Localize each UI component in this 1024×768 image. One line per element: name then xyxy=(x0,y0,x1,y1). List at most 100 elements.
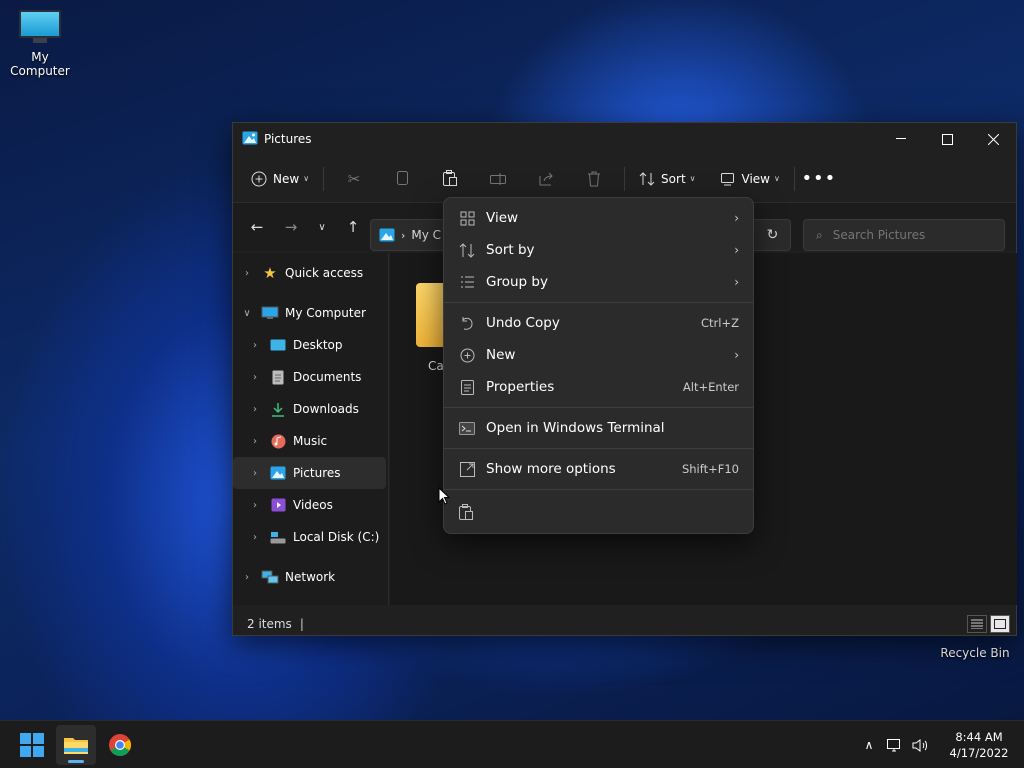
menu-item-new[interactable]: New › xyxy=(444,339,753,371)
toolbar-separator xyxy=(624,166,626,191)
music-icon xyxy=(269,433,287,449)
chevron-down-icon: ∨ xyxy=(318,221,326,233)
copy-icon xyxy=(397,170,409,185)
pictures-icon xyxy=(379,228,395,242)
network-icon xyxy=(887,738,900,751)
share-button[interactable] xyxy=(522,162,570,196)
chevron-down-icon: ∨ xyxy=(774,174,780,183)
menu-item-shortcut: Ctrl+Z xyxy=(701,316,739,330)
menu-item-show-more-options[interactable]: Show more options Shift+F10 xyxy=(444,453,753,485)
mouse-cursor-icon xyxy=(438,486,451,508)
new-button-label: New xyxy=(273,171,300,186)
taskbar: ∧ 8:44 AM 4/17/2022 xyxy=(0,720,1024,768)
start-button[interactable] xyxy=(12,725,52,765)
paste-button[interactable] xyxy=(458,504,474,524)
nav-item-network[interactable]: › Network xyxy=(233,561,388,593)
nav-item-pictures[interactable]: › Pictures xyxy=(233,457,386,489)
taskbar-clock[interactable]: 8:44 AM 4/17/2022 xyxy=(934,729,1024,761)
details-view-button[interactable] xyxy=(967,615,987,633)
properties-icon xyxy=(458,378,476,396)
list-icon xyxy=(458,273,476,291)
menu-item-properties[interactable]: Properties Alt+Enter xyxy=(444,371,753,403)
menu-item-open-terminal[interactable]: Open in Windows Terminal xyxy=(444,412,753,444)
volume-icon xyxy=(912,738,927,752)
maximize-button[interactable] xyxy=(924,123,970,155)
menu-separator xyxy=(444,448,753,449)
recent-locations-button[interactable]: ∨ xyxy=(307,211,337,243)
arrow-up-icon: ↑ xyxy=(346,218,360,236)
arrow-right-icon: → xyxy=(284,218,298,236)
menu-item-view[interactable]: View › xyxy=(444,202,753,234)
nav-item-documents[interactable]: › Documents xyxy=(233,361,388,393)
menu-item-label: Undo Copy xyxy=(486,315,560,331)
nav-item-videos[interactable]: › Videos xyxy=(233,489,388,521)
more-options-button[interactable]: ••• xyxy=(801,162,837,196)
search-icon: ⌕ xyxy=(816,227,823,242)
sort-button-label: Sort xyxy=(661,171,686,186)
clock-date: 4/17/2022 xyxy=(949,746,1009,760)
copy-button[interactable] xyxy=(378,162,426,196)
sort-button[interactable]: Sort ∨ xyxy=(631,162,703,196)
videos-icon xyxy=(269,497,287,513)
sort-icon xyxy=(639,171,655,186)
title-bar[interactable]: Pictures xyxy=(233,123,1016,155)
volume-tray-button[interactable] xyxy=(908,738,934,753)
chevron-right-icon: › xyxy=(245,571,249,583)
network-icon xyxy=(261,569,279,585)
chevron-right-icon: › xyxy=(253,499,257,511)
close-button[interactable] xyxy=(970,123,1016,155)
nav-item-music[interactable]: › Music xyxy=(233,425,388,457)
cut-button[interactable]: ✂ xyxy=(330,162,378,196)
grid-icon xyxy=(458,209,476,227)
desktop-icon-my-computer[interactable]: My Computer xyxy=(0,10,80,78)
scissors-icon: ✂ xyxy=(347,169,361,188)
nav-item-local-disk[interactable]: › Local Disk (C:) xyxy=(233,521,388,553)
menu-item-label: Show more options xyxy=(486,461,616,477)
minimize-button[interactable] xyxy=(878,123,924,155)
chevron-right-icon: › xyxy=(253,371,257,383)
documents-icon xyxy=(269,369,287,385)
ellipsis-icon: ••• xyxy=(801,168,837,189)
chevron-right-icon: › xyxy=(253,467,257,479)
show-hidden-icons-button[interactable]: ∧ xyxy=(856,738,882,752)
rename-icon xyxy=(490,172,507,185)
view-button[interactable]: View ∨ xyxy=(712,162,788,196)
search-input[interactable] xyxy=(832,228,983,242)
menu-item-label: Group by xyxy=(486,274,548,290)
file-explorer-taskbar-button[interactable] xyxy=(56,725,96,765)
rename-button[interactable] xyxy=(474,162,522,196)
forward-button[interactable]: → xyxy=(275,211,307,243)
back-button[interactable]: ← xyxy=(241,211,273,243)
nav-item-label: Documents xyxy=(293,370,362,384)
refresh-button[interactable]: ↻ xyxy=(755,219,791,251)
nav-item-my-computer[interactable]: ∨ My Computer xyxy=(233,297,388,329)
chevron-right-icon: › xyxy=(734,243,739,257)
nav-item-label: Network xyxy=(285,570,336,584)
menu-item-undo-copy[interactable]: Undo Copy Ctrl+Z xyxy=(444,307,753,339)
nav-item-quick-access[interactable]: › ★ Quick access xyxy=(233,257,388,289)
up-button[interactable]: ↑ xyxy=(337,211,369,243)
menu-item-label: Open in Windows Terminal xyxy=(486,420,665,436)
network-tray-button[interactable] xyxy=(882,738,908,753)
nav-item-label: Pictures xyxy=(293,466,341,480)
paste-button[interactable] xyxy=(426,162,474,196)
nav-item-downloads[interactable]: › Downloads xyxy=(233,393,388,425)
search-box[interactable]: ⌕ xyxy=(803,219,1005,251)
terminal-icon xyxy=(458,419,476,437)
windows-logo-icon xyxy=(20,733,44,757)
navigation-pane: › ★ Quick access ∨ My Computer › Desktop… xyxy=(233,253,389,605)
large-icons-view-button[interactable] xyxy=(990,615,1010,633)
window-title: Pictures xyxy=(264,132,312,146)
nav-item-desktop[interactable]: › Desktop xyxy=(233,329,388,361)
menu-item-shortcut: Alt+Enter xyxy=(682,380,739,394)
chrome-taskbar-button[interactable] xyxy=(100,725,140,765)
paste-icon xyxy=(443,170,458,186)
details-view-icon xyxy=(971,619,983,629)
new-button[interactable]: New ∨ xyxy=(243,162,317,196)
trash-icon xyxy=(588,171,601,186)
delete-button[interactable] xyxy=(570,162,618,196)
menu-item-sort-by[interactable]: Sort by › xyxy=(444,234,753,266)
view-icon xyxy=(720,172,734,185)
menu-item-group-by[interactable]: Group by › xyxy=(444,266,753,298)
menu-item-shortcut: Shift+F10 xyxy=(681,462,739,476)
